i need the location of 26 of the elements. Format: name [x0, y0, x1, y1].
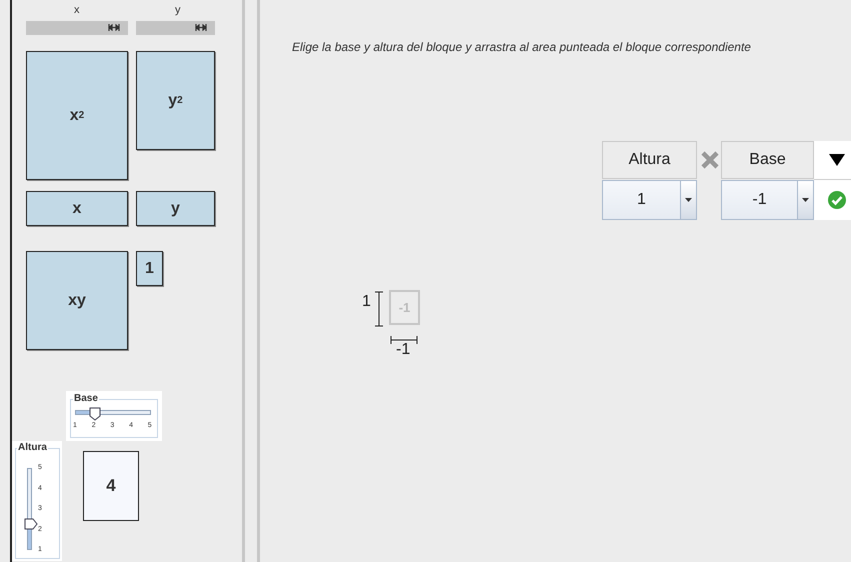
preview-tile: 4: [83, 451, 139, 521]
column-header: Base: [721, 141, 814, 179]
column-header: Altura: [602, 141, 697, 179]
algebra-tile[interactable]: 1: [136, 251, 163, 286]
dimension-bar[interactable]: [26, 21, 128, 35]
slider-label: Base: [73, 393, 99, 404]
dropdown[interactable]: 1: [602, 180, 697, 220]
width-label: -1: [396, 341, 410, 359]
height-label: 1: [362, 293, 371, 311]
dimension-bar[interactable]: [136, 21, 215, 35]
width-arrow-icon: [195, 24, 207, 31]
instruction-text: Elige la base y altura del bloque y arrastra al area punteada el bloque correspondiente: [292, 40, 751, 54]
slider-label: Altura: [17, 442, 48, 453]
dimension-label: x: [74, 4, 80, 16]
width-arrow-icon: [108, 24, 120, 31]
triangle-down-icon[interactable]: [828, 154, 844, 166]
algebra-tile[interactable]: x: [26, 191, 128, 226]
width-marker-icon: [390, 335, 418, 345]
height-marker-icon: [374, 291, 384, 327]
algebra-tile[interactable]: xy: [26, 251, 128, 350]
caret-icon: [685, 198, 692, 202]
dropdown[interactable]: -1: [721, 180, 814, 220]
caret-icon: [802, 198, 809, 202]
dimension-label: y: [175, 4, 180, 16]
algebra-tile[interactable]: y: [136, 191, 215, 226]
multiply-icon: [700, 150, 720, 170]
